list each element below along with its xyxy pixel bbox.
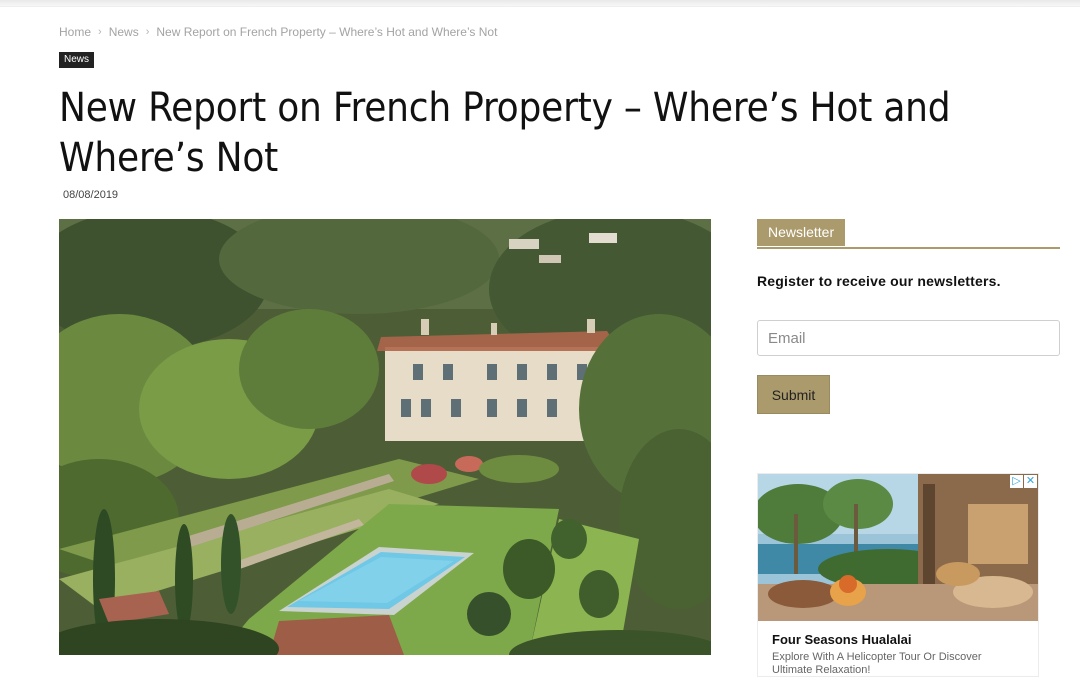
breadcrumb: Home › News › New Report on French Prope… bbox=[59, 25, 497, 39]
newsletter-prompt: Register to receive our newsletters. bbox=[757, 273, 1001, 289]
submit-button[interactable]: Submit bbox=[757, 375, 830, 414]
ad-choices[interactable]: ▷ ✕ bbox=[1010, 475, 1037, 488]
breadcrumb-separator: › bbox=[145, 26, 150, 38]
email-field[interactable] bbox=[757, 320, 1060, 356]
newsletter-header: Newsletter bbox=[757, 219, 1060, 249]
ad-title[interactable]: Four Seasons Hualalai bbox=[772, 632, 911, 647]
breadcrumb-home[interactable]: Home bbox=[59, 25, 91, 39]
featured-image bbox=[59, 219, 711, 655]
page-title: New Report on French Property – Where’s … bbox=[59, 85, 951, 181]
newsletter-heading: Newsletter bbox=[757, 219, 846, 246]
ad-image[interactable] bbox=[758, 474, 1038, 621]
breadcrumb-current[interactable]: New Report on French Property – Where’s … bbox=[156, 25, 497, 39]
article-date: 08/08/2019 bbox=[63, 189, 119, 201]
breadcrumb-news[interactable]: News bbox=[109, 25, 139, 39]
adchoices-icon[interactable]: ▷ bbox=[1010, 475, 1023, 488]
ad-banner[interactable]: ▷ ✕ Four Seasons Hualalai Explore With A… bbox=[757, 473, 1039, 677]
top-bar bbox=[0, 0, 1080, 7]
close-icon[interactable]: ✕ bbox=[1024, 475, 1037, 488]
category-badge[interactable]: News bbox=[59, 52, 95, 68]
breadcrumb-separator: › bbox=[98, 26, 102, 38]
ad-description[interactable]: Explore With A Helicopter Tour Or Discov… bbox=[772, 651, 1022, 676]
